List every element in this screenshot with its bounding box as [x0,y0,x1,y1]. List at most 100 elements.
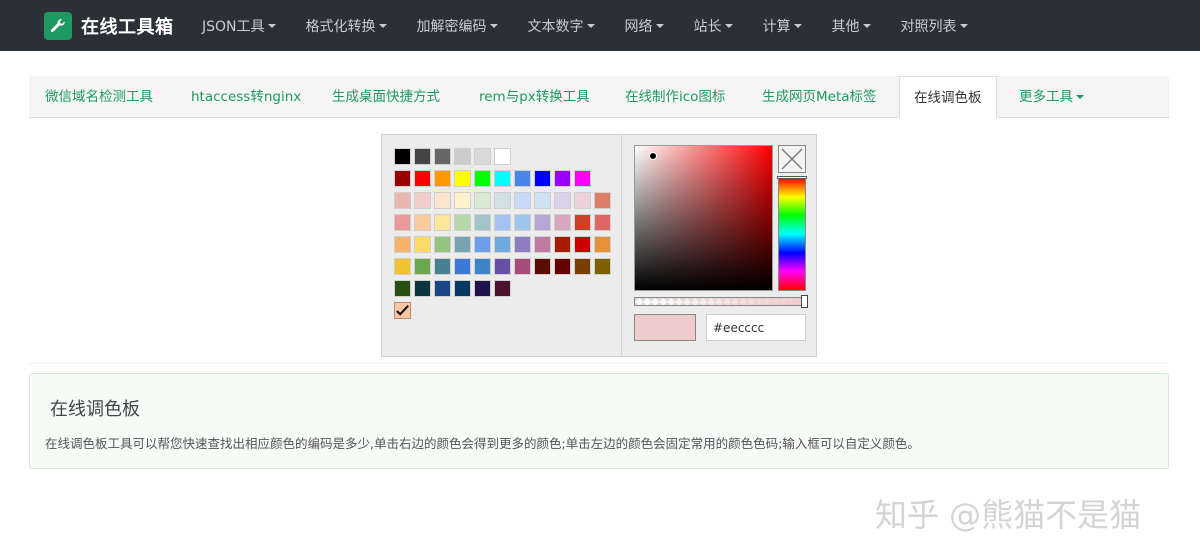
color-swatch[interactable] [594,236,611,253]
color-swatch[interactable] [534,258,551,275]
color-swatch[interactable] [574,214,591,231]
nav-item-label: 加解密编码 [416,18,487,35]
color-swatch[interactable] [494,148,511,165]
color-swatch[interactable] [474,258,491,275]
alpha-slider[interactable] [634,295,808,308]
nav-item-json[interactable]: JSON工具 [202,16,276,36]
color-swatch[interactable] [514,236,531,253]
color-swatch[interactable] [554,170,571,187]
color-swatch[interactable] [414,214,431,231]
color-swatch[interactable] [454,280,471,297]
color-swatch[interactable] [554,214,571,231]
tab-meta[interactable]: 生成网页Meta标签 [762,76,877,118]
tab-htaccess[interactable]: htaccess转nginx [191,76,301,118]
color-swatch[interactable] [414,236,431,253]
color-swatch[interactable] [494,192,511,209]
color-swatch[interactable] [454,170,471,187]
color-swatch[interactable] [494,280,511,297]
color-swatch[interactable] [494,214,511,231]
color-swatch[interactable] [514,192,531,209]
caret-down-icon [655,23,664,28]
color-swatch[interactable] [534,170,551,187]
tab-rem-px[interactable]: rem与px转换工具 [479,76,590,118]
color-swatch[interactable] [554,236,571,253]
color-swatch[interactable] [574,236,591,253]
color-swatch[interactable] [394,214,411,231]
color-swatch[interactable] [414,280,431,297]
color-swatch[interactable] [434,170,451,187]
hue-slider[interactable] [777,176,807,291]
color-swatch[interactable] [474,192,491,209]
tab-label: 更多工具 [1019,89,1073,105]
color-swatch[interactable] [394,236,411,253]
color-swatch[interactable] [494,236,511,253]
nav-item-network[interactable]: 网络 [625,16,664,36]
color-swatch[interactable] [394,258,411,275]
color-swatch[interactable] [434,236,451,253]
color-swatch[interactable] [434,148,451,165]
color-swatch[interactable] [474,236,491,253]
color-swatch[interactable] [594,192,611,209]
color-swatch[interactable] [574,192,591,209]
color-swatch[interactable] [494,170,511,187]
hue-slider-handle[interactable] [777,176,807,179]
nav-item-label: 站长 [693,18,722,35]
tab-palette[interactable]: 在线调色板 [899,76,997,118]
nav-item-webmaster[interactable]: 站长 [694,16,733,36]
nav-item-format[interactable]: 格式化转换 [306,16,387,36]
color-swatch[interactable] [534,236,551,253]
color-swatch[interactable] [494,258,511,275]
color-swatch[interactable] [434,258,451,275]
color-swatch[interactable] [594,258,611,275]
caret-down-icon [793,23,802,28]
color-swatch[interactable] [454,214,471,231]
color-swatch[interactable] [474,148,491,165]
color-swatch[interactable] [454,148,471,165]
color-swatch[interactable] [474,280,491,297]
color-swatch[interactable] [554,258,571,275]
color-swatch[interactable] [514,170,531,187]
color-swatch[interactable] [594,214,611,231]
color-swatch[interactable] [414,148,431,165]
color-swatch[interactable] [394,280,411,297]
color-swatch[interactable] [434,214,451,231]
color-swatch[interactable] [474,170,491,187]
nav-item-reference[interactable]: 对照列表 [901,16,968,36]
color-swatch[interactable] [574,258,591,275]
color-swatch[interactable] [414,170,431,187]
color-swatch[interactable] [454,258,471,275]
color-swatch[interactable] [534,192,551,209]
nav-item-label: JSON工具 [202,18,265,35]
nav-item-crypto[interactable]: 加解密编码 [417,16,498,36]
color-swatch[interactable] [514,258,531,275]
tab-ico[interactable]: 在线制作ico图标 [625,76,725,118]
tab-more[interactable]: 更多工具 [1019,76,1084,118]
brand[interactable]: 在线工具箱 [44,12,174,40]
hex-color-input[interactable] [706,314,806,341]
checkmark-icon [396,305,409,316]
color-swatch[interactable] [394,192,411,209]
color-swatch[interactable] [434,280,451,297]
color-cursor[interactable] [650,153,656,159]
color-swatch[interactable] [574,170,591,187]
nav-item-text[interactable]: 文本数字 [528,16,595,36]
selected-swatch[interactable] [394,302,411,319]
color-swatch[interactable] [474,214,491,231]
saturation-value-area[interactable] [634,145,773,291]
color-swatch[interactable] [394,170,411,187]
color-swatch[interactable] [534,214,551,231]
color-swatch[interactable] [394,148,411,165]
color-swatch[interactable] [454,236,471,253]
nav-item-other[interactable]: 其他 [832,16,871,36]
color-swatch[interactable] [414,192,431,209]
alpha-slider-handle[interactable] [801,295,808,308]
color-swatch[interactable] [414,258,431,275]
color-swatch[interactable] [514,214,531,231]
nav-item-calc[interactable]: 计算 [763,16,802,36]
clear-color-button[interactable] [778,145,806,173]
color-swatch[interactable] [454,192,471,209]
tab-shortcut[interactable]: 生成桌面快捷方式 [332,76,440,118]
color-swatch[interactable] [434,192,451,209]
tab-wechat-domain[interactable]: 微信域名检测工具 [45,76,153,118]
color-swatch[interactable] [554,192,571,209]
